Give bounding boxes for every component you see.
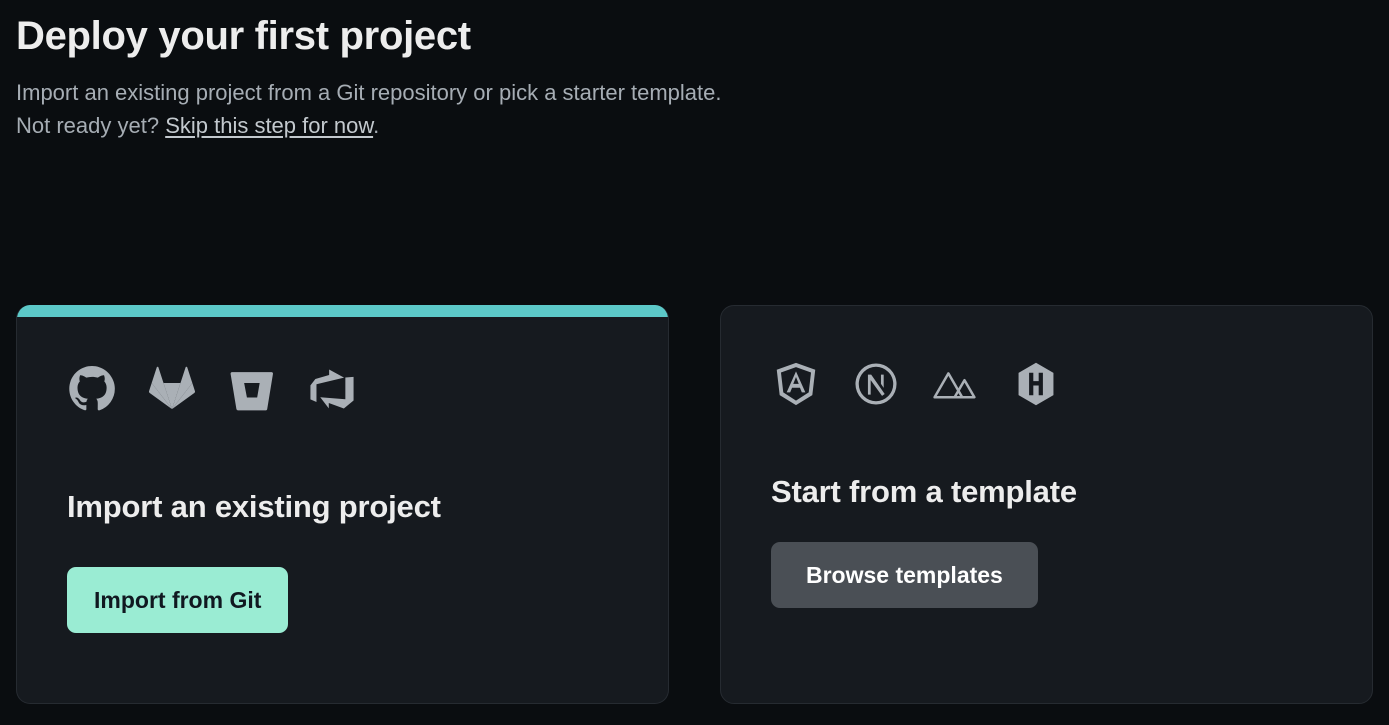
page-header: Deploy your first project Import an exis… bbox=[16, 10, 1356, 142]
framework-icon-row bbox=[771, 358, 1322, 410]
hugo-icon bbox=[1011, 359, 1061, 409]
azure-devops-icon bbox=[307, 364, 357, 414]
bitbucket-icon bbox=[227, 364, 277, 414]
card-import-existing-project[interactable]: Import an existing project Import from G… bbox=[16, 305, 669, 704]
browse-templates-button[interactable]: Browse templates bbox=[771, 542, 1038, 608]
card-start-from-template[interactable]: Start from a template Browse templates bbox=[720, 305, 1373, 704]
github-icon bbox=[67, 364, 117, 414]
options-card-row: Import an existing project Import from G… bbox=[16, 305, 1373, 704]
card-heading: Start from a template bbox=[771, 474, 1077, 509]
subtitle-prefix: Not ready yet? bbox=[16, 113, 166, 138]
nuxt-icon bbox=[931, 359, 981, 409]
nextjs-icon bbox=[851, 359, 901, 409]
page-subtitle: Import an existing project from a Git re… bbox=[16, 76, 1356, 142]
subtitle-line-1: Import an existing project from a Git re… bbox=[16, 80, 722, 105]
subtitle-suffix: . bbox=[373, 113, 380, 138]
skip-step-link[interactable]: Skip this step for now bbox=[165, 113, 373, 138]
card-heading: Import an existing project bbox=[67, 489, 441, 524]
deploy-project-page: Deploy your first project Import an exis… bbox=[0, 0, 1389, 725]
card-accent-bar bbox=[17, 305, 668, 317]
subtitle-line-2: Not ready yet? Skip this step for now. bbox=[16, 109, 1356, 142]
page-title: Deploy your first project bbox=[16, 14, 471, 58]
card-content: Start from a template Browse templates bbox=[721, 306, 1372, 608]
angular-icon bbox=[771, 359, 821, 409]
card-content: Import an existing project Import from G… bbox=[17, 305, 668, 633]
import-from-git-button[interactable]: Import from Git bbox=[67, 567, 289, 633]
git-provider-icon-row bbox=[67, 363, 618, 415]
gitlab-icon bbox=[147, 364, 197, 414]
